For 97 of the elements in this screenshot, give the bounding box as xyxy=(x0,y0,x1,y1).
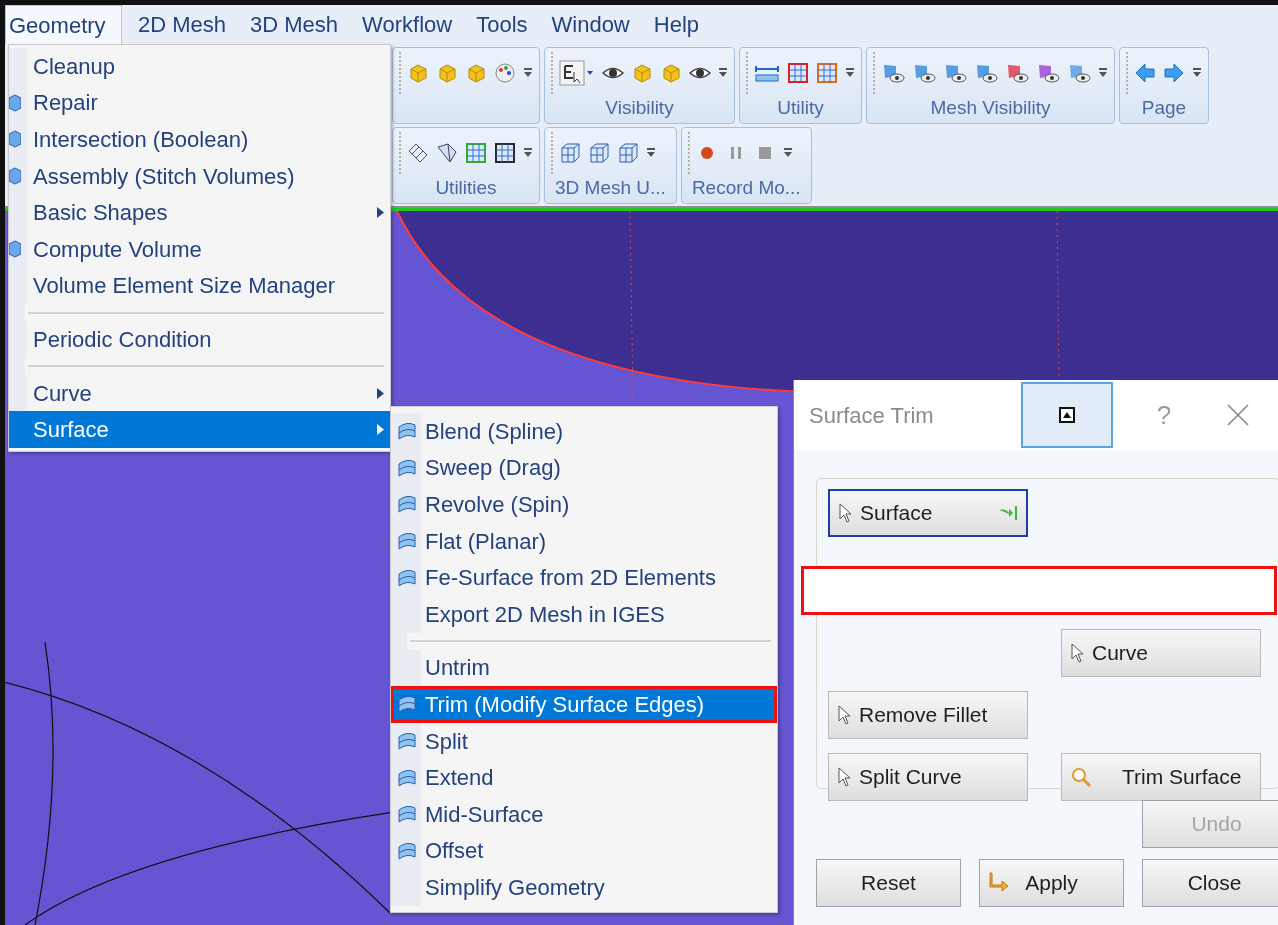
close-button[interactable] xyxy=(1227,404,1249,426)
menu-item[interactable]: Split xyxy=(391,722,777,760)
grid-icon[interactable] xyxy=(787,62,809,84)
mesh-eye-icon[interactable] xyxy=(1005,62,1029,84)
magnifier-icon xyxy=(1070,766,1092,788)
menu-item[interactable]: Fe-Surface from 2D Elements xyxy=(391,559,777,596)
mesh-eye-icon[interactable] xyxy=(1036,62,1060,84)
menu-item[interactable]: Flat (Planar) xyxy=(391,522,777,560)
folded-sheet-icon[interactable] xyxy=(436,142,458,164)
mesh-eye-icon[interactable] xyxy=(943,62,967,84)
close-icon xyxy=(1227,404,1249,426)
overflow-caret-icon[interactable] xyxy=(523,67,533,79)
menu-item[interactable]: Assembly (Stitch Volumes) xyxy=(9,157,390,195)
surface-icon xyxy=(396,530,418,553)
submenu-arrow-icon xyxy=(377,424,384,436)
cursor-icon xyxy=(1070,643,1084,663)
menu-item[interactable]: Surface xyxy=(9,411,390,448)
overflow-caret-icon[interactable] xyxy=(646,147,656,159)
menu-item[interactable]: Volume Element Size Manager xyxy=(9,267,390,305)
menu-bar-item[interactable]: Help xyxy=(645,5,707,44)
toolbar-group-label: Record Mo... xyxy=(690,176,802,200)
menu-item[interactable]: Trim (Modify Surface Edges) xyxy=(391,686,777,723)
menu-item[interactable]: Revolve (Spin) xyxy=(391,486,777,523)
left-arrow-icon[interactable] xyxy=(1134,62,1156,84)
right-arrow-icon[interactable] xyxy=(1163,62,1185,84)
cursor-icon xyxy=(837,705,851,725)
menu-item[interactable]: Blend (Spline) xyxy=(391,413,777,450)
menu-bar-item[interactable]: 3D Mesh xyxy=(242,5,347,44)
toolbar-group-label: Utilities xyxy=(434,176,498,200)
dialog-title: Surface Trim xyxy=(809,401,935,430)
mesh-cube-icon[interactable] xyxy=(617,142,639,164)
tool-button[interactable]: Split Curve xyxy=(828,753,1028,801)
mesh-cube-icon[interactable] xyxy=(588,142,610,164)
mesh-cube-icon[interactable] xyxy=(559,142,581,164)
overflow-caret-icon[interactable] xyxy=(782,147,793,159)
overflow-caret-icon[interactable] xyxy=(1192,67,1202,79)
cursor-icon xyxy=(838,503,852,523)
menu-item[interactable]: Cleanup xyxy=(9,48,390,85)
overflow-caret-icon[interactable] xyxy=(845,67,855,79)
dialog-button[interactable]: Close xyxy=(1142,859,1278,907)
toolbar-group-label: Utility xyxy=(776,96,825,120)
menu-item[interactable]: Repair xyxy=(9,84,390,122)
cube-icon xyxy=(9,239,21,260)
mesh-eye-icon[interactable] xyxy=(881,62,905,84)
menu-item[interactable]: Export 2D Mesh in IGES xyxy=(391,595,777,633)
menu-item[interactable]: Mid-Surface xyxy=(391,795,777,833)
menu-item[interactable]: Simplify Geometry xyxy=(391,869,777,906)
surface-icon xyxy=(396,493,418,516)
menu-item[interactable]: Periodic Condition xyxy=(9,321,390,358)
cube-icon xyxy=(9,129,21,150)
cursor-icon xyxy=(837,767,851,787)
tool-button[interactable]: Trim Surface xyxy=(1061,753,1261,801)
surface-icon xyxy=(396,420,418,443)
cube-icon xyxy=(9,166,21,187)
menu-bar-item[interactable]: Window xyxy=(543,5,638,44)
menu-bar-item[interactable]: Tools xyxy=(468,5,536,44)
menu-bar-item[interactable]: Geometry xyxy=(5,5,122,44)
toolbar-group-label: Page xyxy=(1140,96,1188,120)
diamond-icon[interactable] xyxy=(407,142,429,164)
dialog-button[interactable]: Reset xyxy=(816,859,961,907)
surface-icon xyxy=(396,730,418,753)
collapse-button[interactable] xyxy=(1021,382,1113,448)
tool-button[interactable]: Curve xyxy=(1061,629,1261,677)
menu-item[interactable]: Basic Shapes xyxy=(9,194,390,231)
surface-icon xyxy=(396,693,418,716)
grid-icon[interactable] xyxy=(494,142,516,164)
menu-item[interactable]: Sweep (Drag) xyxy=(391,449,777,487)
mesh-eye-icon[interactable] xyxy=(912,62,936,84)
overflow-caret-icon[interactable] xyxy=(523,147,533,159)
cube-icon xyxy=(9,92,21,113)
toolbar-group-label: 3D Mesh U... xyxy=(554,176,667,200)
selection-filter-icon[interactable] xyxy=(559,60,595,86)
menu-item[interactable]: Offset xyxy=(391,832,777,870)
tool-button[interactable]: Remove Fillet xyxy=(828,691,1028,739)
menu-bar-item[interactable]: Workflow xyxy=(354,5,461,44)
menu-item[interactable]: Curve xyxy=(9,374,390,412)
menu-item[interactable]: Intersection (Boolean) xyxy=(9,121,390,158)
toolbar-group-label: Mesh Visibility xyxy=(929,96,1052,120)
dialog-button[interactable]: Apply xyxy=(979,859,1124,907)
turn-arrow-icon xyxy=(988,871,1010,893)
overflow-caret-icon[interactable] xyxy=(718,67,728,79)
mesh-eye-icon[interactable] xyxy=(1067,62,1091,84)
select-arrow-icon xyxy=(998,504,1018,522)
surface-icon xyxy=(396,803,418,826)
menu-bar-item[interactable]: 2D Mesh xyxy=(130,5,235,44)
overflow-caret-icon[interactable] xyxy=(1098,67,1108,79)
menu-item[interactable]: Extend xyxy=(391,759,777,796)
submenu-arrow-icon xyxy=(377,387,384,399)
input-field[interactable] xyxy=(801,566,1277,615)
submenu-arrow-icon xyxy=(377,207,384,219)
tool-button[interactable]: Surface xyxy=(828,489,1028,537)
menu-item[interactable]: Untrim xyxy=(391,649,777,687)
palette-icon[interactable] xyxy=(494,62,516,84)
mesh-eye-icon[interactable] xyxy=(974,62,998,84)
collapse-icon xyxy=(1059,407,1075,423)
menu-item[interactable]: Compute Volume xyxy=(9,230,390,268)
toolbar-group-label: Visibility xyxy=(604,96,675,120)
